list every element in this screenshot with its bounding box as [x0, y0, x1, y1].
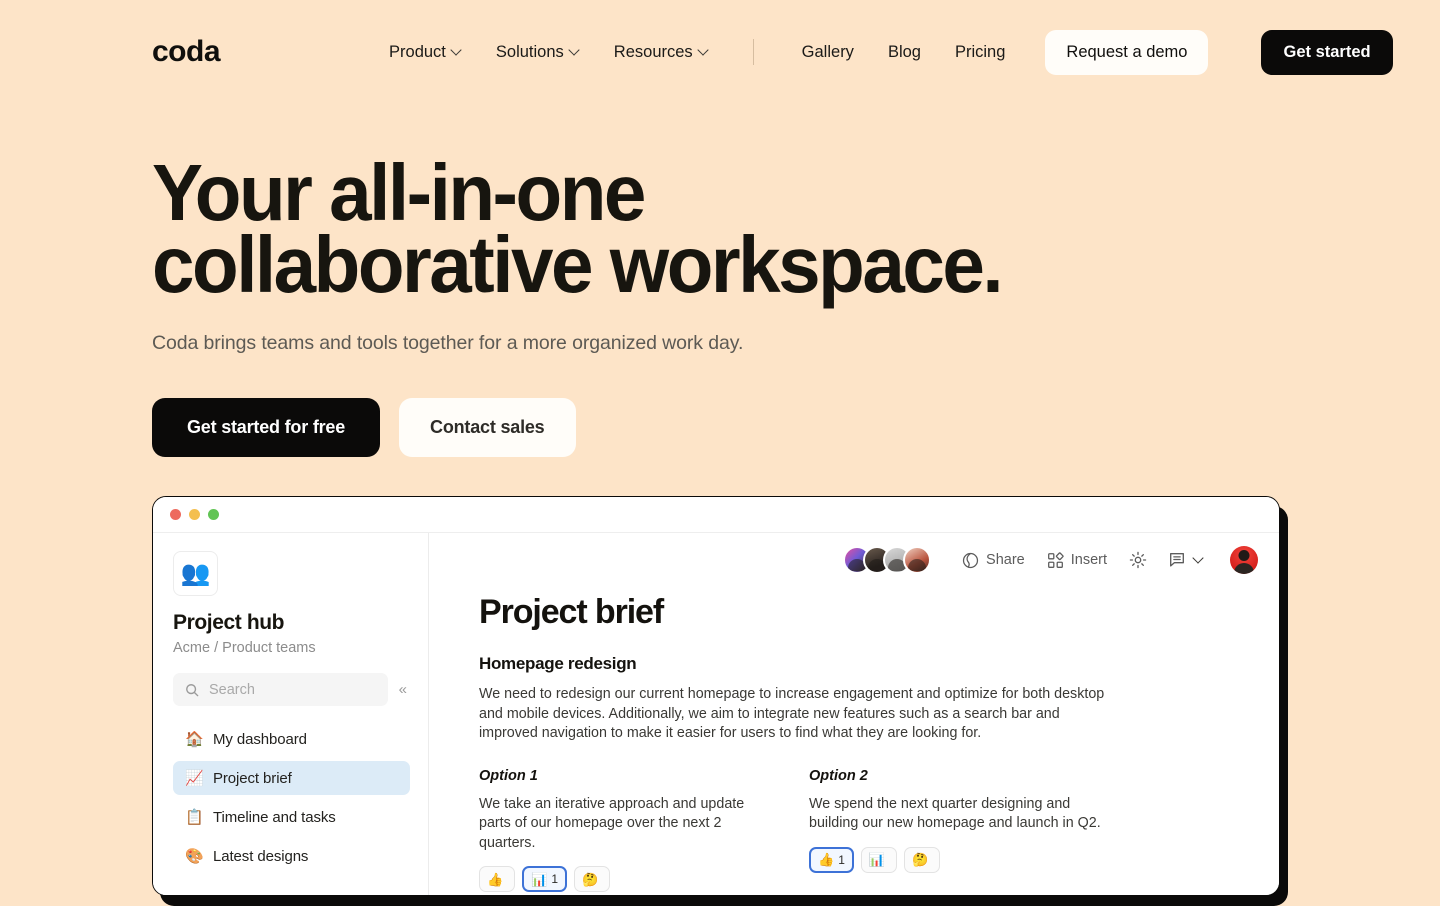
grid-insert-icon [1047, 551, 1064, 568]
collaborator-avatars [843, 546, 932, 574]
nav-item-solutions[interactable]: Solutions [496, 43, 580, 62]
globe-icon [962, 552, 979, 568]
headline-line-2: collaborative workspace. [152, 220, 1004, 309]
request-demo-button[interactable]: Request a demo [1045, 29, 1209, 75]
bar-chart-icon: 📊 [531, 871, 548, 887]
reaction-chip-thinking[interactable]: 🤔 [904, 846, 941, 873]
bar-chart-icon: 📊 [868, 852, 886, 867]
nav-secondary-links: Gallery Blog Pricing [802, 43, 1006, 62]
share-button[interactable]: Share [962, 552, 1025, 569]
chart-increasing-icon: 📈 [185, 769, 204, 787]
option-body: We take an iterative approach and update… [479, 795, 745, 851]
comment-icon [1170, 553, 1184, 567]
thinking-face-icon: 🤔 [912, 852, 929, 867]
search-row: Search « [173, 673, 410, 706]
nav-item-resources[interactable]: Resources [614, 43, 709, 62]
option-2: Option 2 We spend the next quarter desig… [809, 768, 1139, 893]
avatar[interactable] [903, 546, 932, 574]
hero-subtitle: Coda brings teams and tools together for… [152, 332, 744, 354]
document-pane: Share Insert Project brief Homepage rede… [429, 533, 1279, 895]
hub-title: Project hub [173, 611, 285, 634]
chevron-down-icon [699, 46, 709, 56]
option-title: Option 1 [479, 767, 538, 784]
page-title: Your all-in-one collaborative workspace. [152, 153, 1382, 309]
nav-primary-links: Product Solutions Resources Gallery Blog… [389, 29, 1393, 75]
nav-item-blog[interactable]: Blog [888, 43, 921, 62]
comments-button[interactable] [1168, 551, 1204, 569]
user-avatar[interactable] [1230, 546, 1258, 574]
house-icon: 🏠 [185, 730, 204, 748]
breadcrumb: Acme / Product teams [173, 640, 316, 656]
settings-button[interactable] [1129, 551, 1147, 569]
busts-in-silhouette-icon: 👥 [173, 551, 218, 596]
reaction-row: 👍 1 📊 🤔 [809, 846, 1139, 873]
sidebar-item-project-brief[interactable]: 📈 Project brief [173, 761, 410, 795]
sidebar-nav-list: 🏠 My dashboard 📈 Project brief 📋 Timelin… [173, 722, 410, 873]
document-content: Project brief Homepage redesign We need … [429, 587, 1279, 892]
nav-item-pricing[interactable]: Pricing [955, 43, 1005, 62]
insert-button[interactable]: Insert [1047, 551, 1107, 569]
chevrons-left-icon[interactable]: « [396, 682, 410, 697]
reaction-chip-chart[interactable]: 📊 1 [522, 866, 568, 892]
nav-item-product-label: Product [389, 42, 446, 61]
contact-sales-button[interactable]: Contact sales [399, 398, 576, 457]
nav-item-solutions-label: Solutions [495, 42, 564, 61]
nav-divider [752, 39, 754, 65]
sidebar-item-label: Timeline and tasks [213, 808, 336, 826]
document-toolbar: Share Insert [429, 533, 1279, 587]
thumbs-up-icon: 👍 [487, 871, 504, 887]
window-titlebar [153, 497, 1279, 533]
app-window: 👥 Project hub Acme / Product teams Searc… [152, 496, 1280, 896]
reaction-chip-thumbsup[interactable]: 👍 1 [809, 846, 854, 873]
app-sidebar: 👥 Project hub Acme / Product teams Searc… [153, 533, 429, 895]
sidebar-item-latest-designs[interactable]: 🎨 Latest designs [173, 839, 410, 873]
sidebar-item-my-dashboard[interactable]: 🏠 My dashboard [173, 722, 410, 756]
option-body: We spend the next quarter designing and … [809, 795, 1101, 832]
share-label: Share [986, 552, 1025, 568]
options-row: Option 1 We take an iterative approach a… [479, 767, 1233, 893]
thumbs-up-icon: 👍 [818, 852, 835, 867]
get-started-free-button[interactable]: Get started for free [152, 398, 381, 457]
get-started-button[interactable]: Get started [1261, 29, 1393, 75]
document-title: Project brief [479, 593, 664, 631]
reaction-chip-chart[interactable]: 📊 [860, 846, 898, 873]
nav-item-gallery[interactable]: Gallery [802, 43, 854, 62]
window-close-icon[interactable] [170, 509, 181, 520]
clipboard-icon: 📋 [185, 808, 204, 826]
figma-logo-icon: 🎨 [185, 847, 204, 865]
document-paragraph: We need to redesign our current homepage… [479, 686, 1105, 741]
reaction-count: 1 [838, 852, 845, 867]
sidebar-item-label: Project brief [213, 769, 292, 787]
insert-label: Insert [1070, 552, 1107, 568]
sidebar-item-timeline-and-tasks[interactable]: 📋 Timeline and tasks [173, 800, 410, 834]
window-maximize-icon[interactable] [208, 509, 219, 520]
app-body: 👥 Project hub Acme / Product teams Searc… [153, 533, 1279, 895]
chevron-down-icon [452, 46, 462, 56]
option-1: Option 1 We take an iterative approach a… [479, 767, 809, 892]
option-title: Option 2 [809, 767, 868, 784]
document-heading: Homepage redesign [479, 654, 637, 673]
top-navigation: coda Product Solutions Resources Gallery… [0, 0, 1440, 104]
thinking-face-icon: 🤔 [582, 871, 599, 887]
hero-section: Your all-in-one collaborative workspace.… [0, 104, 1440, 457]
app-preview: 👥 Project hub Acme / Product teams Searc… [152, 496, 1288, 906]
nav-item-product[interactable]: Product [389, 43, 462, 62]
gear-icon [1129, 551, 1147, 569]
window-minimize-icon[interactable] [189, 509, 200, 520]
nav-item-resources-label: Resources [613, 42, 693, 61]
sidebar-item-label: My dashboard [213, 730, 307, 748]
coda-logo[interactable]: coda [152, 35, 221, 69]
reaction-count: 1 [551, 872, 559, 886]
chevron-down-icon [1194, 554, 1204, 564]
reaction-chip-thumbsup[interactable]: 👍 [479, 866, 516, 892]
search-icon [186, 683, 199, 696]
chevron-down-icon [570, 46, 580, 56]
sidebar-item-label: Latest designs [213, 847, 309, 865]
hero-cta-group: Get started for free Contact sales [152, 398, 1440, 457]
reaction-chip-thinking[interactable]: 🤔 [574, 866, 611, 892]
reaction-row: 👍 📊 1 🤔 [479, 866, 809, 892]
search-placeholder: Search [209, 681, 255, 698]
search-input[interactable]: Search [173, 673, 388, 706]
